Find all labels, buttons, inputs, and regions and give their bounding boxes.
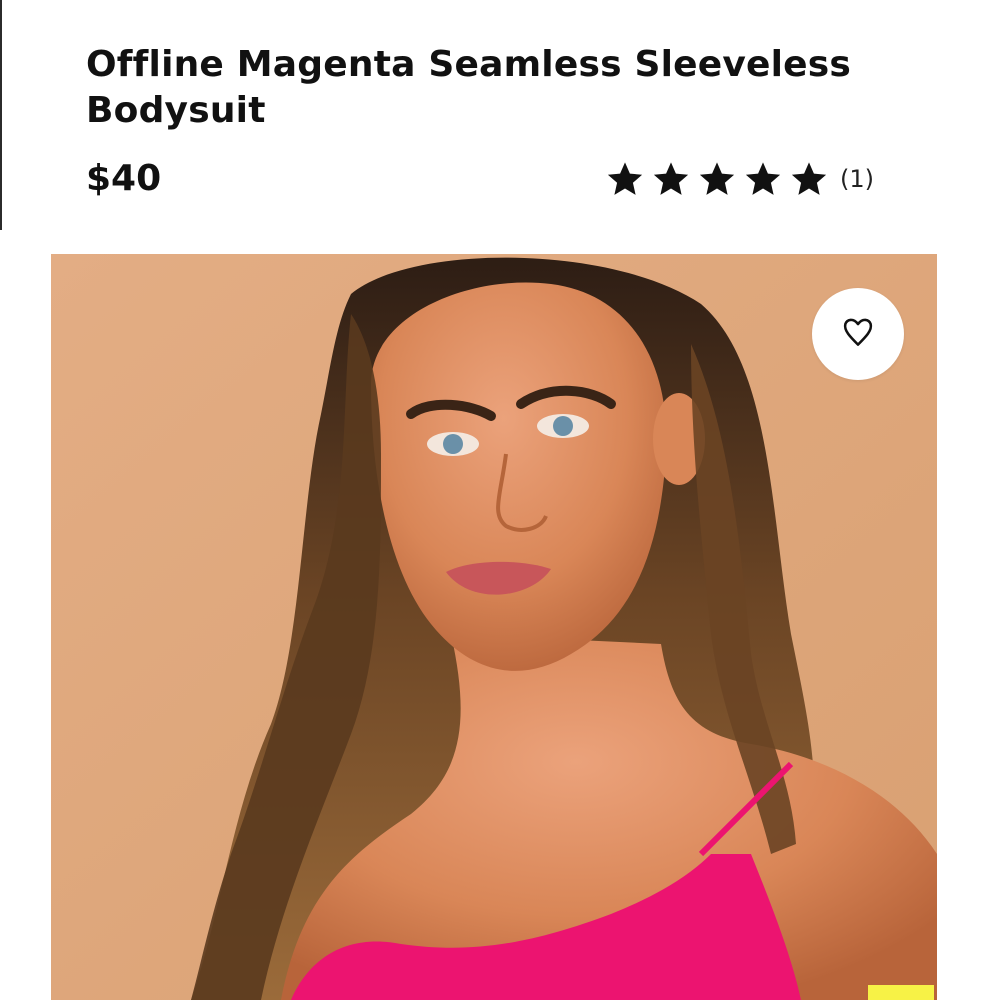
star-icon xyxy=(698,160,736,198)
review-count[interactable]: (1) xyxy=(840,164,874,194)
product-price: $40 xyxy=(86,158,162,199)
product-detail-screen: Offline Magenta Seamless Sleeveless Body… xyxy=(0,0,1000,1000)
star-icon xyxy=(744,160,782,198)
star-icon xyxy=(790,160,828,198)
rating-summary[interactable]: (1) xyxy=(606,154,874,204)
star-icon xyxy=(606,160,644,198)
model-illustration xyxy=(51,254,937,1000)
product-photo[interactable] xyxy=(51,254,937,1000)
chat-tab[interactable] xyxy=(868,985,934,1000)
heart-outline-icon xyxy=(839,313,877,355)
product-title: Offline Magenta Seamless Sleeveless Body… xyxy=(86,44,852,131)
wishlist-button[interactable] xyxy=(812,288,904,380)
star-icon xyxy=(652,160,690,198)
window-edge xyxy=(0,0,2,230)
